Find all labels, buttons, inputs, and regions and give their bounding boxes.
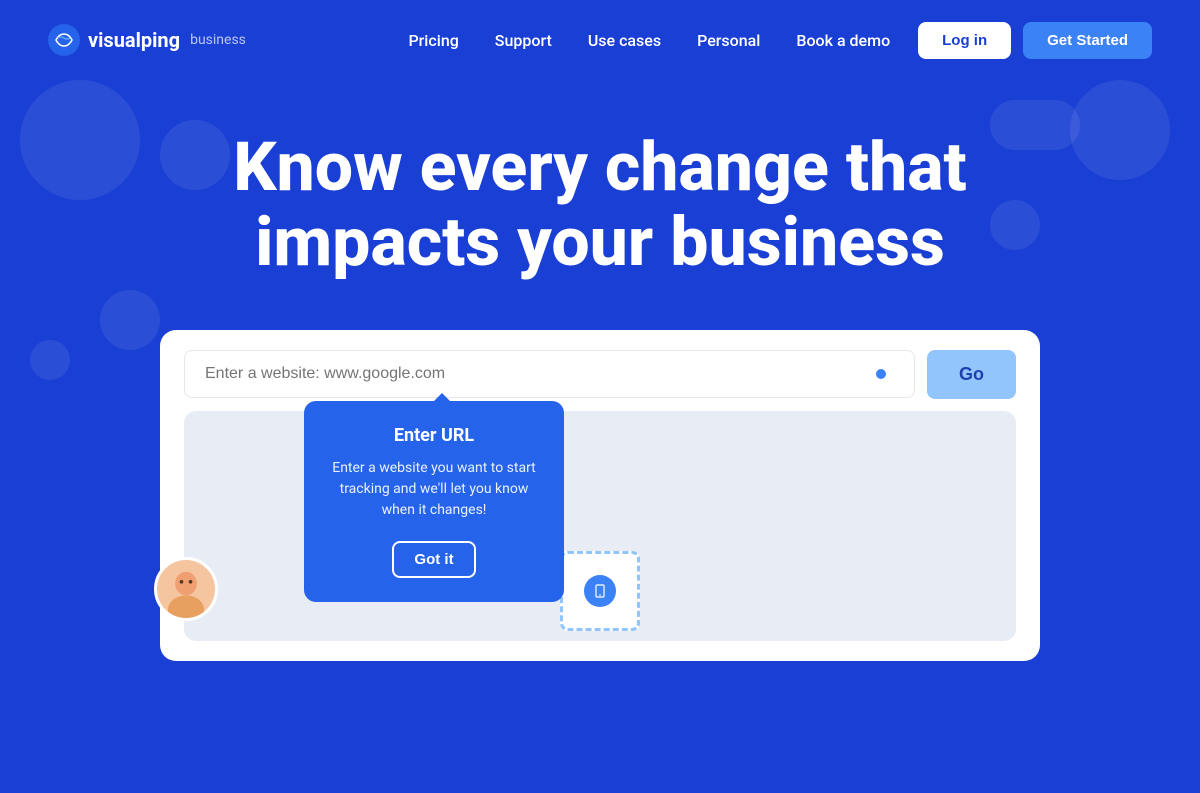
logo[interactable]: visualping business [48, 24, 246, 56]
hero-title: Know every change that impacts your busi… [150, 130, 1050, 280]
tooltip-body: Enter a website you want to start tracki… [332, 458, 536, 521]
nav-link-support[interactable]: Support [495, 31, 552, 50]
login-button[interactable]: Log in [918, 22, 1011, 59]
nav-link-book-demo[interactable]: Book a demo [796, 31, 890, 50]
nav-link-pricing[interactable]: Pricing [408, 31, 458, 50]
phone-icon [584, 575, 616, 607]
logo-text: visualping [88, 28, 180, 52]
logo-icon [48, 24, 80, 56]
nav-link-use-cases[interactable]: Use cases [588, 31, 661, 50]
input-indicator-dot [876, 369, 886, 379]
tooltip-title: Enter URL [332, 425, 536, 446]
nav-links: Pricing Support Use cases Personal Book … [408, 31, 890, 50]
tooltip-arrow [434, 393, 450, 401]
navbar: visualping business Pricing Support Use … [0, 0, 1200, 80]
nav-link-personal[interactable]: Personal [697, 31, 760, 50]
go-button[interactable]: Go [927, 350, 1016, 399]
got-it-button[interactable]: Got it [392, 541, 475, 578]
logo-sub: business [190, 32, 246, 48]
hero-section: Know every change that impacts your busi… [0, 80, 1200, 661]
preview-area: Enter URL Enter a website you want to st… [184, 411, 1016, 641]
avatar [154, 557, 218, 621]
get-started-button[interactable]: Get Started [1023, 22, 1152, 59]
url-input[interactable] [184, 350, 915, 398]
search-card: Go Enter URL Enter a website you want to… [160, 330, 1040, 661]
phone-mockup [560, 551, 640, 631]
tooltip-popup: Enter URL Enter a website you want to st… [304, 401, 564, 602]
nav-actions: Log in Get Started [918, 22, 1152, 59]
